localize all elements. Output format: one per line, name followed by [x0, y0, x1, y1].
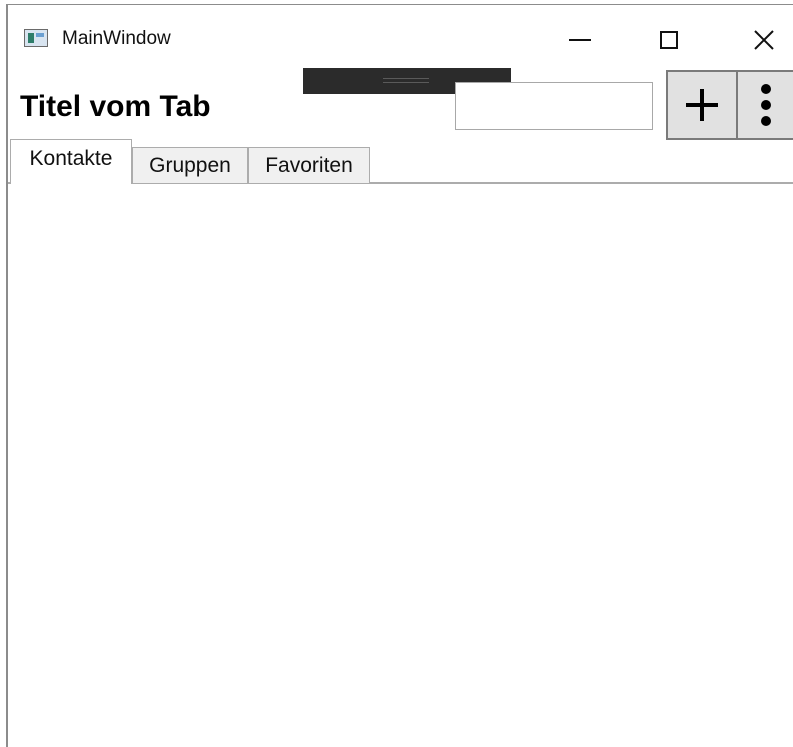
minimize-icon — [569, 39, 591, 41]
plus-icon — [686, 89, 718, 121]
close-button[interactable] — [736, 17, 792, 63]
title-bar[interactable]: MainWindow — [8, 5, 793, 71]
window-title: MainWindow — [62, 28, 171, 49]
more-options-button[interactable] — [736, 70, 793, 140]
maximize-button[interactable] — [641, 17, 697, 63]
tab-content-area — [8, 184, 793, 746]
add-button[interactable] — [666, 70, 738, 140]
main-window: MainWindow Titel vom Tab Kontakte Gruppe… — [6, 4, 793, 747]
minimize-button[interactable] — [552, 17, 608, 63]
search-input[interactable] — [455, 82, 653, 130]
page-title: Titel vom Tab — [20, 90, 211, 123]
vertical-ellipsis-icon — [761, 84, 771, 126]
tab-kontakte[interactable]: Kontakte — [10, 139, 132, 184]
close-icon — [754, 30, 774, 50]
grip-icon — [383, 78, 429, 83]
tab-favoriten[interactable]: Favoriten — [248, 147, 370, 183]
app-window-icon — [24, 29, 48, 47]
tab-gruppen[interactable]: Gruppen — [132, 147, 248, 183]
maximize-icon — [660, 31, 678, 49]
